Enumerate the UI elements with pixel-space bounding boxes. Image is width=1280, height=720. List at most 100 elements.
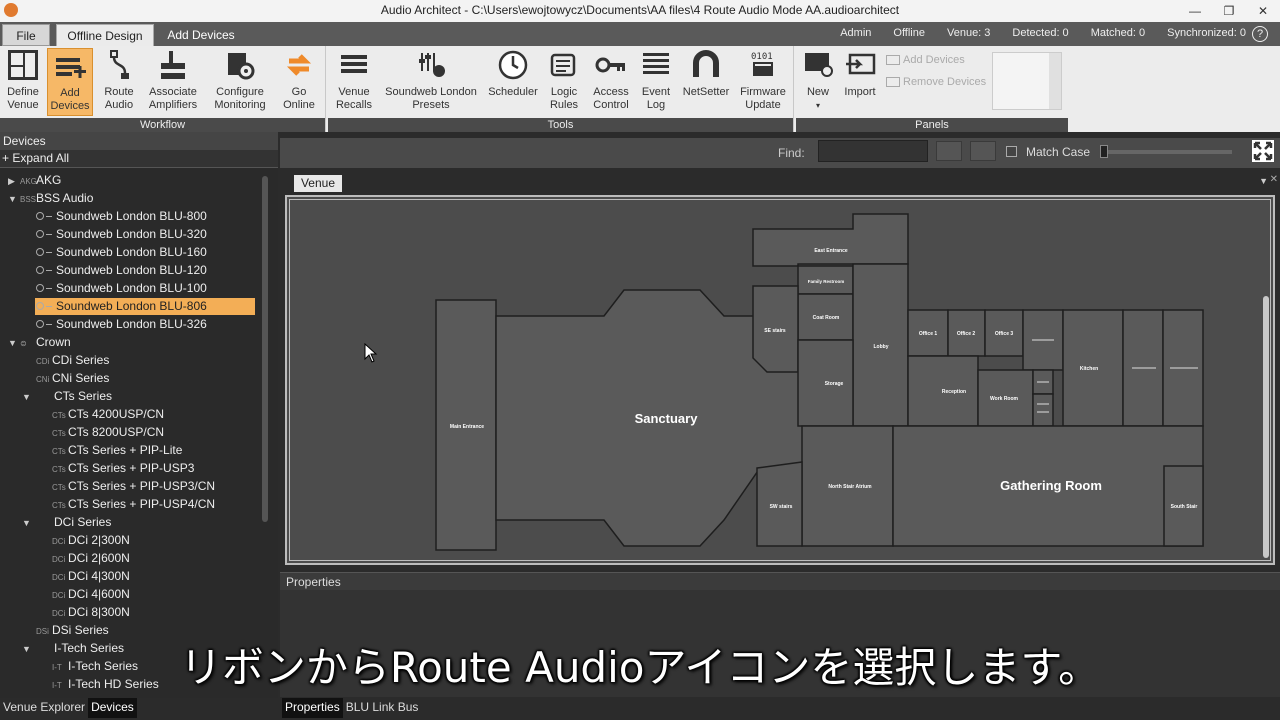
tab-file[interactable]: File xyxy=(2,24,50,46)
match-case-checkbox[interactable] xyxy=(1006,146,1017,157)
maximize-button[interactable]: ❐ xyxy=(1212,0,1246,22)
tab-venue-explorer[interactable]: Venue Explorer xyxy=(0,698,89,718)
import-button[interactable]: Import xyxy=(840,48,880,116)
soundweb-london-presets-button[interactable]: Soundweb London Presets xyxy=(382,48,480,116)
tree-item-label: CTs Series + PIP-USP3/CN xyxy=(68,479,216,493)
tree-item[interactable]: DCi DCi 8|300N xyxy=(0,604,262,621)
label-kitchen: Kitchen xyxy=(1080,366,1098,372)
device-node-icon xyxy=(36,212,44,220)
left-panel-tabs: Venue Explorer Devices xyxy=(0,698,137,718)
collapse-arrow-icon[interactable]: ▼ xyxy=(8,335,20,352)
add-devices-small-button[interactable]: Add Devices xyxy=(886,54,965,66)
netsetter-button[interactable]: NetSetter xyxy=(678,48,734,116)
expand-arrow-icon[interactable]: ▶ xyxy=(8,173,20,190)
venue-canvas[interactable]: Sanctuary Gathering Room Main Entrance E… xyxy=(285,195,1275,565)
scheduler-button[interactable]: Scheduler xyxy=(486,48,540,116)
find-input[interactable] xyxy=(818,140,928,162)
video-subtitle: リボンからRoute Audioアイコンを選択します。 xyxy=(179,643,1101,692)
tree-item[interactable]: ▼ ⊜ Crown xyxy=(0,334,262,351)
access-control-button[interactable]: Access Control xyxy=(588,48,634,116)
tree-item[interactable]: CDi CDi Series xyxy=(0,352,262,369)
svg-text:0101: 0101 xyxy=(751,52,773,62)
tab-venue[interactable]: Venue xyxy=(294,175,342,192)
tree-item[interactable]: Soundweb London BLU-160 xyxy=(0,244,262,261)
match-case-label: Match Case xyxy=(1026,145,1091,159)
tab-properties[interactable]: Properties xyxy=(282,698,343,718)
logic-rules-button[interactable]: Logic Rules xyxy=(544,48,584,116)
minimize-button[interactable]: — xyxy=(1178,0,1212,22)
zoom-slider[interactable] xyxy=(1102,150,1232,154)
device-tree-scrollbar[interactable] xyxy=(262,176,268,522)
tree-item[interactable]: DCi DCi 4|300N xyxy=(0,568,262,585)
tab-devices[interactable]: Devices xyxy=(88,698,137,718)
floor-plan: Sanctuary Gathering Room Main Entrance E… xyxy=(435,213,1204,551)
firmware-update-button[interactable]: 0101 Firmware Update xyxy=(738,48,788,116)
go-online-button[interactable]: Go Online xyxy=(278,48,320,116)
tree-item[interactable]: CTs CTs Series + PIP-USP3/CN xyxy=(0,478,262,495)
define-venue-button[interactable]: Define Venue xyxy=(2,48,44,116)
tab-add-devices[interactable]: Add Devices xyxy=(158,24,244,46)
panel-gallery-scrollbar[interactable] xyxy=(1049,53,1061,109)
collapse-arrow-icon[interactable]: ▼ xyxy=(22,389,34,406)
venue-recalls-button[interactable]: Venue Recalls xyxy=(332,48,376,116)
tree-item[interactable]: Soundweb London BLU-800 xyxy=(0,208,262,225)
tree-item[interactable]: ▼ CTs Series xyxy=(0,388,262,405)
tree-item-label: CTs Series + PIP-Lite xyxy=(68,443,183,457)
tree-item[interactable]: CTs CTs Series + PIP-USP4/CN xyxy=(0,496,262,513)
find-next-button[interactable] xyxy=(970,141,996,161)
tree-item[interactable]: ▼ BSSBSS Audio xyxy=(0,190,262,207)
zoom-slider-thumb[interactable] xyxy=(1100,145,1108,158)
configure-monitoring-button[interactable]: Configure Monitoring xyxy=(208,48,272,116)
tree-item[interactable]: CTs CTs Series + PIP-Lite xyxy=(0,442,262,459)
help-icon[interactable]: ? xyxy=(1252,26,1268,42)
presets-icon xyxy=(414,48,448,82)
tree-item[interactable]: Soundweb London BLU-100 xyxy=(0,280,262,297)
expand-all-button[interactable]: + Expand All xyxy=(0,150,278,168)
room-east-entrance[interactable] xyxy=(752,213,909,267)
fullscreen-icon[interactable] xyxy=(1252,140,1274,162)
tree-item-label: DCi Series xyxy=(54,515,112,529)
add-devices-icon xyxy=(53,49,87,83)
close-button[interactable]: ✕ xyxy=(1246,0,1280,22)
tree-item[interactable]: Soundweb London BLU-326 xyxy=(0,316,262,333)
tree-item[interactable]: DCi DCi 2|600N xyxy=(0,550,262,567)
tab-list-dropdown-icon[interactable]: ▼ xyxy=(1259,176,1268,186)
canvas-scrollbar[interactable] xyxy=(1263,296,1269,558)
tree-item[interactable]: Soundweb London BLU-320 xyxy=(0,226,262,243)
tree-item-label: CTs 4200USP/CN xyxy=(68,407,165,421)
tree-item[interactable]: ▼ DCi Series xyxy=(0,514,262,531)
logic-rules-icon xyxy=(547,48,581,82)
tree-item[interactable]: DCi DCi 2|300N xyxy=(0,532,262,549)
event-log-icon xyxy=(639,48,673,82)
status-mode: Offline xyxy=(893,27,925,39)
collapse-arrow-icon[interactable]: ▼ xyxy=(8,191,20,208)
tree-item[interactable]: CTs CTs Series + PIP-USP3 xyxy=(0,460,262,477)
find-previous-button[interactable] xyxy=(936,141,962,161)
tree-item[interactable]: Soundweb London BLU-120 xyxy=(0,262,262,279)
tree-item[interactable]: Soundweb London BLU-806 xyxy=(35,298,255,315)
brand-badge-icon: ⊜ xyxy=(20,339,27,348)
route-audio-button[interactable]: Route Audio xyxy=(97,48,141,116)
associate-amplifiers-button[interactable]: Associate Amplifiers xyxy=(144,48,202,116)
add-devices-small-icon xyxy=(886,55,900,65)
label-office-1: Office 1 xyxy=(919,331,938,337)
tree-item[interactable]: CTs CTs 4200USP/CN xyxy=(0,406,262,423)
panel-gallery[interactable] xyxy=(992,52,1062,110)
tab-offline-design[interactable]: Offline Design xyxy=(56,24,154,46)
tree-item[interactable]: ▶ AKGAKG xyxy=(0,172,262,189)
close-icon[interactable]: ✕ xyxy=(1270,174,1278,185)
remove-devices-button[interactable]: Remove Devices xyxy=(886,76,986,88)
label-north-stair-atrium: North Stair Atrium xyxy=(828,484,872,490)
room-small-3[interactable] xyxy=(1032,393,1054,427)
tree-item-label: DCi 2|300N xyxy=(68,533,130,547)
add-devices-button[interactable]: Add Devices xyxy=(47,48,93,116)
status-user[interactable]: Admin xyxy=(840,27,871,39)
tree-item[interactable]: CTs CTs 8200USP/CN xyxy=(0,424,262,441)
tree-item[interactable]: CNi CNi Series xyxy=(0,370,262,387)
collapse-arrow-icon[interactable]: ▼ xyxy=(22,515,34,532)
new-panel-button[interactable]: New ▾ xyxy=(800,48,836,116)
tab-blu-link-bus[interactable]: BLU Link Bus xyxy=(342,698,422,718)
event-log-button[interactable]: Event Log xyxy=(638,48,674,116)
find-label: Find: xyxy=(778,146,805,160)
tree-item[interactable]: DCi DCi 4|600N xyxy=(0,586,262,603)
